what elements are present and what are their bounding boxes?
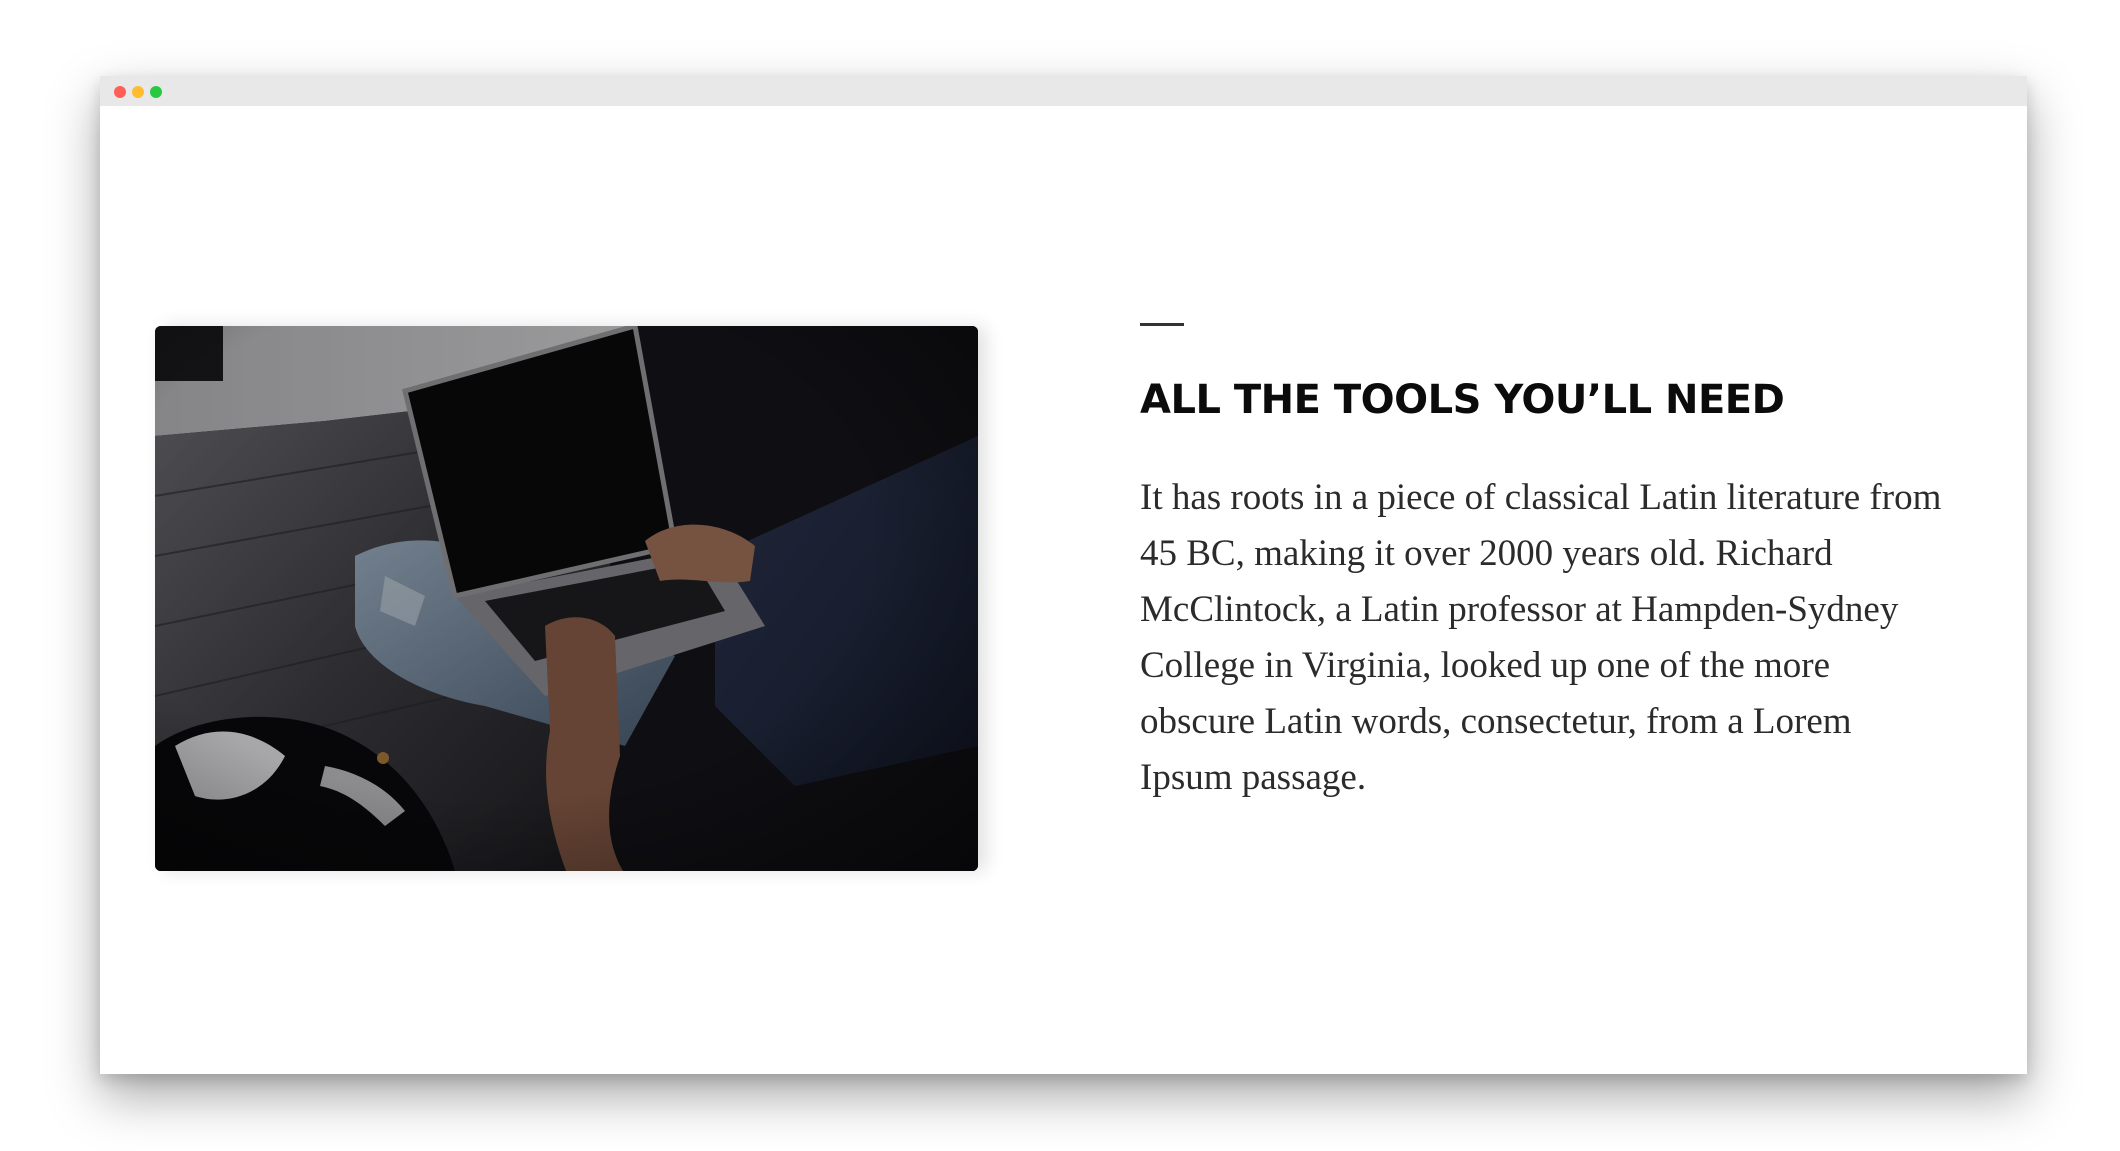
feature-content: ALL THE TOOLS YOU’LL NEED It has roots i… [1140, 323, 1960, 806]
minimize-window-button[interactable] [132, 86, 144, 98]
section-body-text: It has roots in a piece of classical Lat… [1140, 477, 1942, 798]
browser-window: ALL THE TOOLS YOU’LL NEED It has roots i… [100, 76, 2027, 1074]
page-viewport: ALL THE TOOLS YOU’LL NEED It has roots i… [100, 106, 2027, 1074]
accent-dash [1140, 323, 1184, 326]
photo-person-laptop-dog-icon [155, 326, 978, 871]
title-bar [100, 76, 2027, 106]
section-heading: ALL THE TOOLS YOU’LL NEED [1140, 377, 1785, 423]
close-window-button[interactable] [114, 86, 126, 98]
feature-image [155, 326, 978, 871]
maximize-window-button[interactable] [150, 86, 162, 98]
